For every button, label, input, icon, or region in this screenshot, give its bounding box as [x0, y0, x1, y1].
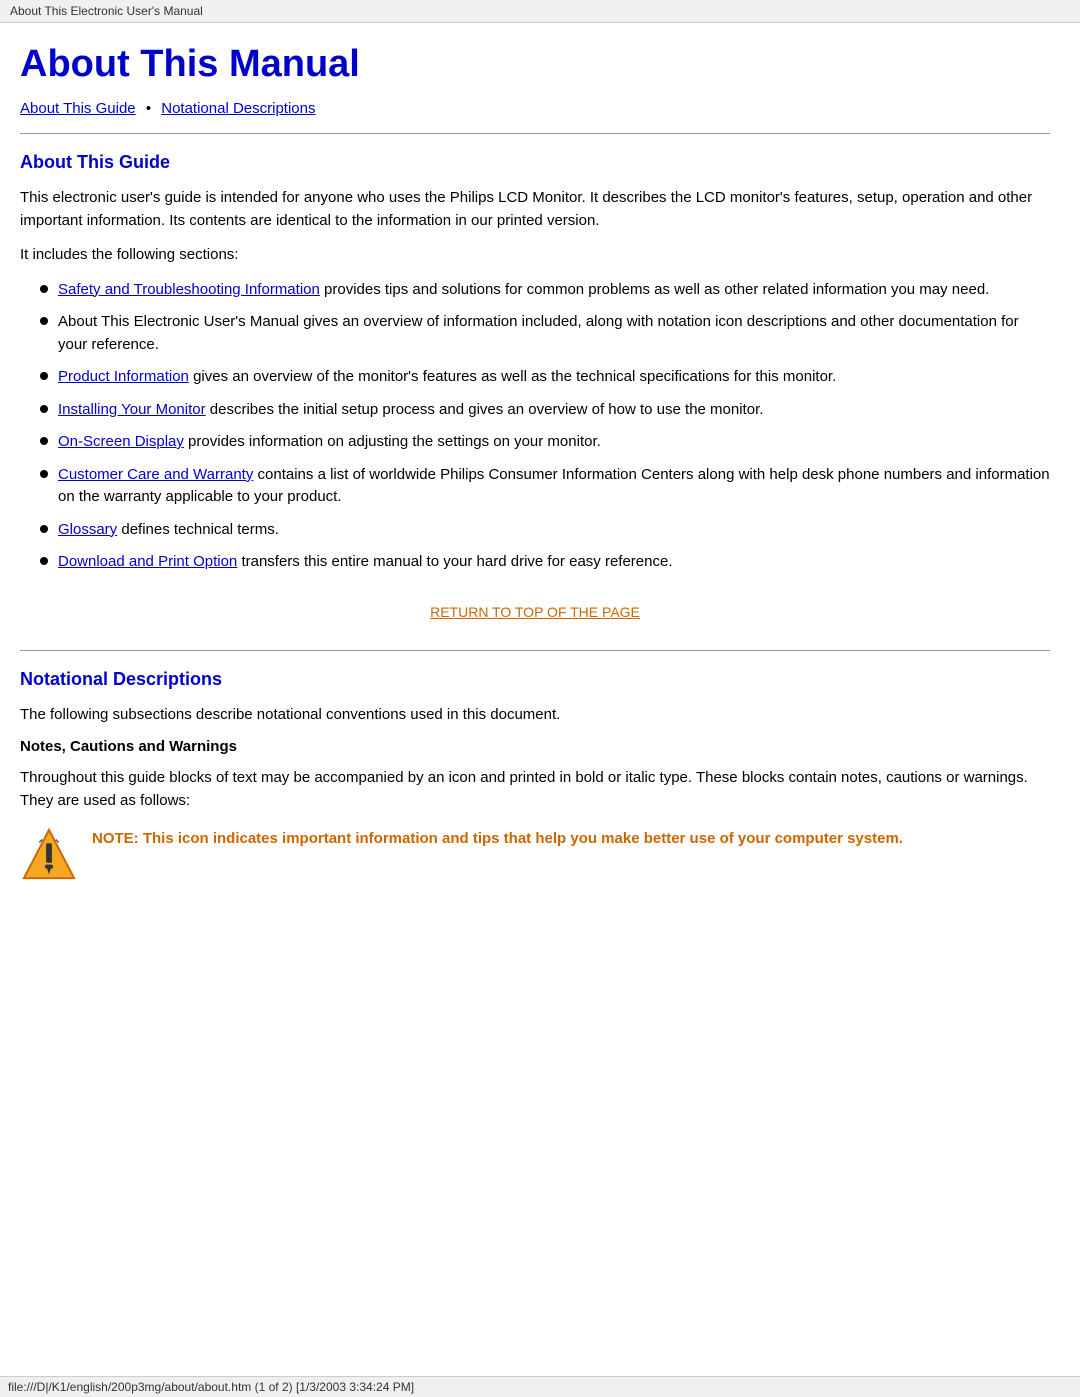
list-item: Installing Your Monitor describes the in…: [40, 399, 1050, 422]
link-glossary[interactable]: Glossary: [58, 521, 117, 538]
list-item-text: Download and Print Option transfers this…: [58, 551, 673, 574]
bullet-dot: [40, 525, 48, 533]
bullet-dot: [40, 317, 48, 325]
section-about-guide: About This Guide This electronic user's …: [20, 152, 1050, 620]
link-download[interactable]: Download and Print Option: [58, 553, 237, 570]
list-item: Customer Care and Warranty contains a li…: [40, 464, 1050, 509]
status-bar-label: file:///D|/K1/english/200p3mg/about/abou…: [8, 1380, 414, 1394]
browser-tab-bar: About This Electronic User's Manual: [0, 0, 1080, 23]
browser-tab-label: About This Electronic User's Manual: [10, 4, 203, 18]
page-title: About This Manual: [20, 43, 1050, 86]
list-item: On-Screen Display provides information o…: [40, 431, 1050, 454]
note-box: NOTE: This icon indicates important info…: [20, 826, 1050, 884]
notational-intro: The following subsections describe notat…: [20, 704, 1050, 727]
warning-triangle-icon: [20, 826, 78, 884]
divider-top: [20, 133, 1050, 134]
return-top-container: RETURN TO TOP OF THE PAGE: [20, 604, 1050, 620]
list-item-text: Glossary defines technical terms.: [58, 519, 279, 542]
notes-cautions-heading: Notes, Cautions and Warnings: [20, 738, 1050, 755]
toc-links: About This Guide • Notational Descriptio…: [20, 100, 1050, 117]
note-text: NOTE: This icon indicates important info…: [92, 826, 903, 851]
list-item: Glossary defines technical terms.: [40, 519, 1050, 542]
notes-paragraph: Throughout this guide blocks of text may…: [20, 767, 1050, 812]
toc-link-notational[interactable]: Notational Descriptions: [161, 100, 315, 117]
bullet-dot: [40, 470, 48, 478]
list-item-text: About This Electronic User's Manual give…: [58, 311, 1050, 356]
link-osd[interactable]: On-Screen Display: [58, 433, 184, 450]
bullet-dot: [40, 557, 48, 565]
list-item-text: Customer Care and Warranty contains a li…: [58, 464, 1050, 509]
list-item: About This Electronic User's Manual give…: [40, 311, 1050, 356]
link-installing[interactable]: Installing Your Monitor: [58, 401, 206, 418]
page-content: About This Manual About This Guide • Not…: [0, 23, 1080, 924]
bullet-dot: [40, 405, 48, 413]
link-customer-care[interactable]: Customer Care and Warranty: [58, 466, 253, 483]
notational-heading: Notational Descriptions: [20, 669, 1050, 690]
list-item-text: Product Information gives an overview of…: [58, 366, 836, 389]
bullet-dot: [40, 285, 48, 293]
link-safety[interactable]: Safety and Troubleshooting Information: [58, 281, 320, 298]
list-item: Safety and Troubleshooting Information p…: [40, 279, 1050, 302]
return-top-link[interactable]: RETURN TO TOP OF THE PAGE: [430, 604, 640, 620]
about-guide-intro: This electronic user's guide is intended…: [20, 187, 1050, 232]
status-bar: file:///D|/K1/english/200p3mg/about/abou…: [0, 1376, 1080, 1397]
bullet-dot: [40, 372, 48, 380]
list-item-text: Safety and Troubleshooting Information p…: [58, 279, 989, 302]
bullet-list: Safety and Troubleshooting Information p…: [40, 279, 1050, 574]
toc-link-about-guide[interactable]: About This Guide: [20, 100, 136, 117]
list-item-text: Installing Your Monitor describes the in…: [58, 399, 763, 422]
toc-separator: •: [146, 100, 151, 117]
list-item: Product Information gives an overview of…: [40, 366, 1050, 389]
section-notational: Notational Descriptions The following su…: [20, 669, 1050, 885]
bullet-dot: [40, 437, 48, 445]
about-guide-heading: About This Guide: [20, 152, 1050, 173]
link-product-info[interactable]: Product Information: [58, 368, 189, 385]
about-guide-includes: It includes the following sections:: [20, 244, 1050, 267]
list-item: Download and Print Option transfers this…: [40, 551, 1050, 574]
list-item-text: On-Screen Display provides information o…: [58, 431, 601, 454]
divider-middle: [20, 650, 1050, 651]
